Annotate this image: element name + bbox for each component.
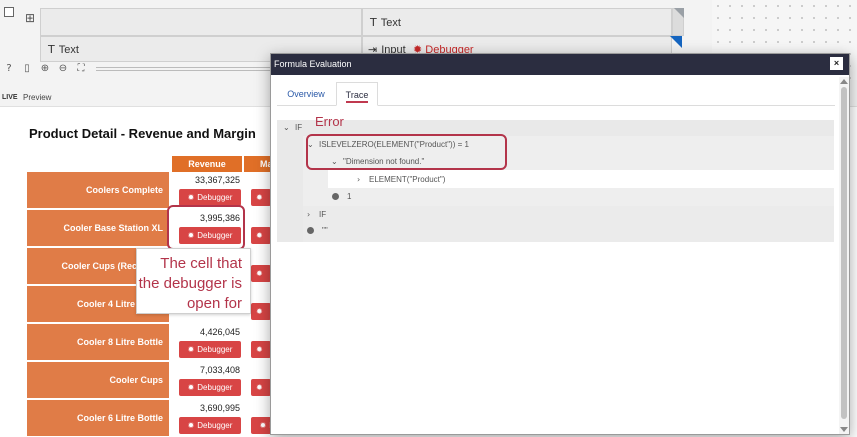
tab-overview[interactable]: Overview <box>277 82 335 106</box>
active-cell-highlight <box>167 205 245 250</box>
scroll-down-icon[interactable] <box>840 427 848 432</box>
debugger-button[interactable]: ✹Debugger <box>179 189 241 206</box>
panel-icon[interactable]: ▯ <box>20 62 34 76</box>
bug-icon: ✹ <box>256 383 263 392</box>
text-icon: T <box>370 16 377 29</box>
zoom-toolbar: ? ▯ ⊕ ⊖ ⛶ <box>2 62 88 76</box>
formula-evaluation-dialog: Formula Evaluation × Overview Trace ⌄ IF … <box>270 53 850 435</box>
column-header-revenue: Revenue <box>172 156 242 172</box>
trace-node-value: "" <box>307 226 328 235</box>
debugger-button[interactable]: ✹ <box>251 189 271 206</box>
bug-icon: ✹ <box>259 421 267 430</box>
debugger-button[interactable]: ✹Debugger <box>179 341 241 358</box>
dialog-tabs: Overview Trace <box>277 82 835 106</box>
fit-icon[interactable]: ⛶ <box>74 62 88 76</box>
select-checkbox[interactable] <box>4 7 14 17</box>
zoom-out-icon[interactable]: ⊖ <box>56 62 70 76</box>
bug-icon: ✹ <box>187 383 195 392</box>
bug-icon: ✹ <box>187 421 195 430</box>
fold-triangle <box>674 8 684 18</box>
trace-node-if[interactable]: ⌄ IF <box>283 123 302 132</box>
revenue-value: 3,690,995 <box>199 403 240 413</box>
close-button[interactable]: × <box>830 57 843 70</box>
row-label: Cooler Cups <box>27 362 169 398</box>
debugger-button[interactable]: ✹Debugger <box>179 417 241 434</box>
bug-icon: ✹ <box>256 231 263 240</box>
cell-fold <box>672 8 684 36</box>
error-highlight <box>306 134 507 170</box>
text-icon: T <box>48 43 55 56</box>
trace-subtree <box>303 206 834 242</box>
bug-icon: ✹ <box>187 193 195 202</box>
error-annotation: Error <box>315 114 344 129</box>
trace-node-element[interactable]: › ELEMENT("Product") <box>357 175 445 184</box>
bug-icon: ✹ <box>256 193 263 202</box>
chevron-right-icon: › <box>307 210 311 219</box>
revenue-value: 33,367,325 <box>194 175 240 185</box>
bug-icon: ✹ <box>256 345 263 354</box>
revenue-value: 4,426,045 <box>199 327 240 337</box>
tab-preview[interactable]: Preview <box>23 93 51 102</box>
value-dot-icon <box>307 227 314 235</box>
row-label: Cooler Base Station XL <box>27 210 169 246</box>
report-title: Product Detail - Revenue and Margin <box>29 126 256 141</box>
callout-annotation: The cell that the debugger is open for <box>136 248 251 314</box>
zoom-slider[interactable] <box>96 67 272 71</box>
trace-node-if[interactable]: › IF <box>307 210 326 219</box>
column-header-margin: Margin <box>244 156 270 172</box>
scroll-thumb[interactable] <box>841 87 847 419</box>
row-label: Cooler 8 Litre Bottle <box>27 324 169 360</box>
text-widget-right[interactable]: T Text <box>370 16 401 29</box>
debugger-button[interactable]: ✹ <box>251 265 271 282</box>
scroll-up-icon[interactable] <box>840 79 848 84</box>
bug-icon: ✹ <box>256 307 263 316</box>
value-dot-icon <box>332 193 339 201</box>
row-label: Cooler 6 Litre Bottle <box>27 400 169 436</box>
chevron-right-icon: › <box>357 175 361 184</box>
text-widget-left[interactable]: T Text <box>48 43 79 56</box>
debugger-button[interactable]: ✹ <box>251 303 271 320</box>
dialog-header: Formula Evaluation <box>271 54 849 75</box>
debugger-button[interactable]: ✹Debugger <box>179 379 241 396</box>
dialog-title: Formula Evaluation <box>274 59 352 69</box>
bug-icon: ✹ <box>256 269 263 278</box>
revenue-value: 7,033,408 <box>199 365 240 375</box>
designer-cell[interactable] <box>40 8 362 36</box>
tab-trace[interactable]: Trace <box>336 82 378 106</box>
help-icon[interactable]: ? <box>2 62 16 76</box>
trace-node-value: 1 <box>332 192 351 201</box>
bug-icon: ✹ <box>187 345 195 354</box>
debugger-button[interactable]: ✹ <box>251 341 271 358</box>
chevron-down-icon: ⌄ <box>283 123 290 132</box>
table-icon: ⊞ <box>25 11 36 25</box>
debugger-button[interactable]: ✹ <box>251 379 271 396</box>
debugger-button[interactable]: ✹ <box>251 227 271 244</box>
dialog-scrollbar[interactable] <box>839 77 849 434</box>
row-label: Coolers Complete <box>27 172 169 208</box>
zoom-in-icon[interactable]: ⊕ <box>38 62 52 76</box>
designer-cell[interactable] <box>362 8 672 36</box>
tab-live[interactable]: LIVE <box>2 94 18 101</box>
cell-marker-icon <box>670 36 682 48</box>
